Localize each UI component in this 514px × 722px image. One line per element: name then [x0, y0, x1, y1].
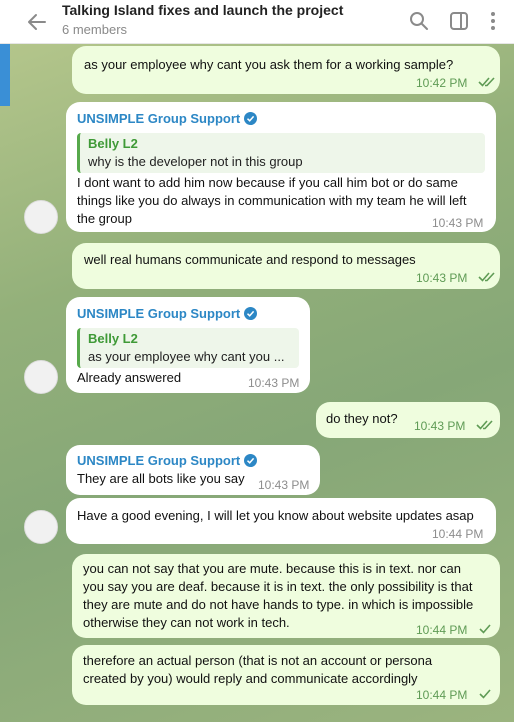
quote-text: why is the developer not in this group	[88, 154, 303, 169]
message-text: Have a good evening, I will let you know…	[77, 508, 474, 523]
chat-title[interactable]: Talking Island fixes and launch the proj…	[62, 2, 343, 18]
verified-badge-icon	[244, 307, 258, 320]
message-text: you can not say that you are mute. becau…	[83, 560, 473, 632]
scroll-accent	[0, 44, 10, 106]
message-text: I dont want to add him now because if yo…	[77, 174, 466, 228]
message-bubble[interactable]: Have a good evening, I will let you know…	[66, 498, 496, 544]
message-time: 10:43 PM	[432, 216, 484, 230]
search-icon[interactable]	[408, 10, 430, 32]
double-check-icon	[478, 77, 495, 87]
double-check-icon	[476, 420, 493, 430]
message-bubble[interactable]: as your employee why cant you ask them f…	[72, 46, 500, 94]
message-bubble[interactable]: UNSIMPLE Group Support Belly L2 why is t…	[66, 102, 496, 232]
quote-text: as your employee why cant you ...	[88, 349, 285, 364]
message-line: created by you) would reply and communic…	[83, 671, 418, 686]
message-time: 10:43 PM	[414, 419, 466, 433]
message-line: things like you do always in communicati…	[77, 193, 467, 208]
more-vertical-icon[interactable]	[482, 10, 504, 32]
message-bubble[interactable]: well real humans communicate and respond…	[72, 243, 500, 289]
reply-quote[interactable]: Belly L2 as your employee why cant you .…	[77, 328, 299, 368]
message-text: therefore an actual person (that is not …	[83, 652, 432, 688]
message-bubble[interactable]: do they not? 10:43 PM	[316, 402, 500, 438]
check-icon	[479, 689, 491, 699]
message-time: 10:44 PM	[416, 623, 468, 637]
verified-badge-icon	[244, 112, 258, 125]
double-check-icon	[478, 272, 495, 282]
message-time: 10:42 PM	[416, 76, 468, 90]
message-bubble[interactable]: UNSIMPLE Group Support They are all bots…	[66, 445, 320, 495]
reply-quote[interactable]: Belly L2 why is the developer not in thi…	[77, 133, 485, 173]
message-time: 10:44 PM	[432, 527, 484, 541]
message-line: you say you are deaf. because it is in t…	[83, 579, 473, 594]
message-bubble[interactable]: therefore an actual person (that is not …	[72, 645, 500, 705]
message-text: Already answered	[77, 370, 182, 385]
message-bubble[interactable]: you can not say that you are mute. becau…	[72, 554, 500, 638]
message-line: the group	[77, 211, 132, 226]
sender-name[interactable]: UNSIMPLE Group Support	[77, 111, 240, 126]
check-icon	[479, 624, 491, 634]
quote-author: Belly L2	[88, 331, 138, 346]
message-line: I dont want to add him now because if yo…	[77, 175, 458, 190]
avatar[interactable]	[24, 510, 58, 544]
sender-row: UNSIMPLE Group Support	[77, 110, 258, 128]
quote-author: Belly L2	[88, 136, 138, 151]
message-time: 10:43 PM	[248, 376, 300, 390]
member-count[interactable]: 6 members	[62, 22, 127, 37]
message-line: they are mute and do not have hands to t…	[83, 597, 474, 612]
sender-name[interactable]: UNSIMPLE Group Support	[77, 453, 240, 468]
message-text: as your employee why cant you ask them f…	[84, 57, 454, 72]
avatar[interactable]	[24, 360, 58, 394]
avatar[interactable]	[24, 200, 58, 234]
message-text: They are all bots like you say	[77, 471, 245, 486]
sender-row: UNSIMPLE Group Support	[77, 452, 258, 470]
chat-header: Talking Island fixes and launch the proj…	[0, 0, 514, 44]
sender-name[interactable]: UNSIMPLE Group Support	[77, 306, 240, 321]
message-text: do they not?	[326, 411, 398, 426]
message-line: you can not say that you are mute. becau…	[83, 561, 461, 576]
back-arrow-icon[interactable]	[24, 9, 50, 35]
verified-badge-icon	[244, 454, 258, 467]
message-text: well real humans communicate and respond…	[84, 252, 416, 267]
message-bubble[interactable]: UNSIMPLE Group Support Belly L2 as your …	[66, 297, 310, 393]
sender-row: UNSIMPLE Group Support	[77, 305, 258, 323]
message-line: therefore an actual person (that is not …	[83, 653, 433, 668]
message-time: 10:43 PM	[258, 478, 310, 492]
message-time: 10:44 PM	[416, 688, 468, 702]
message-line: otherwise they can not work in tech.	[83, 615, 290, 630]
sidebar-toggle-icon[interactable]	[448, 10, 470, 32]
message-time: 10:43 PM	[416, 271, 468, 285]
